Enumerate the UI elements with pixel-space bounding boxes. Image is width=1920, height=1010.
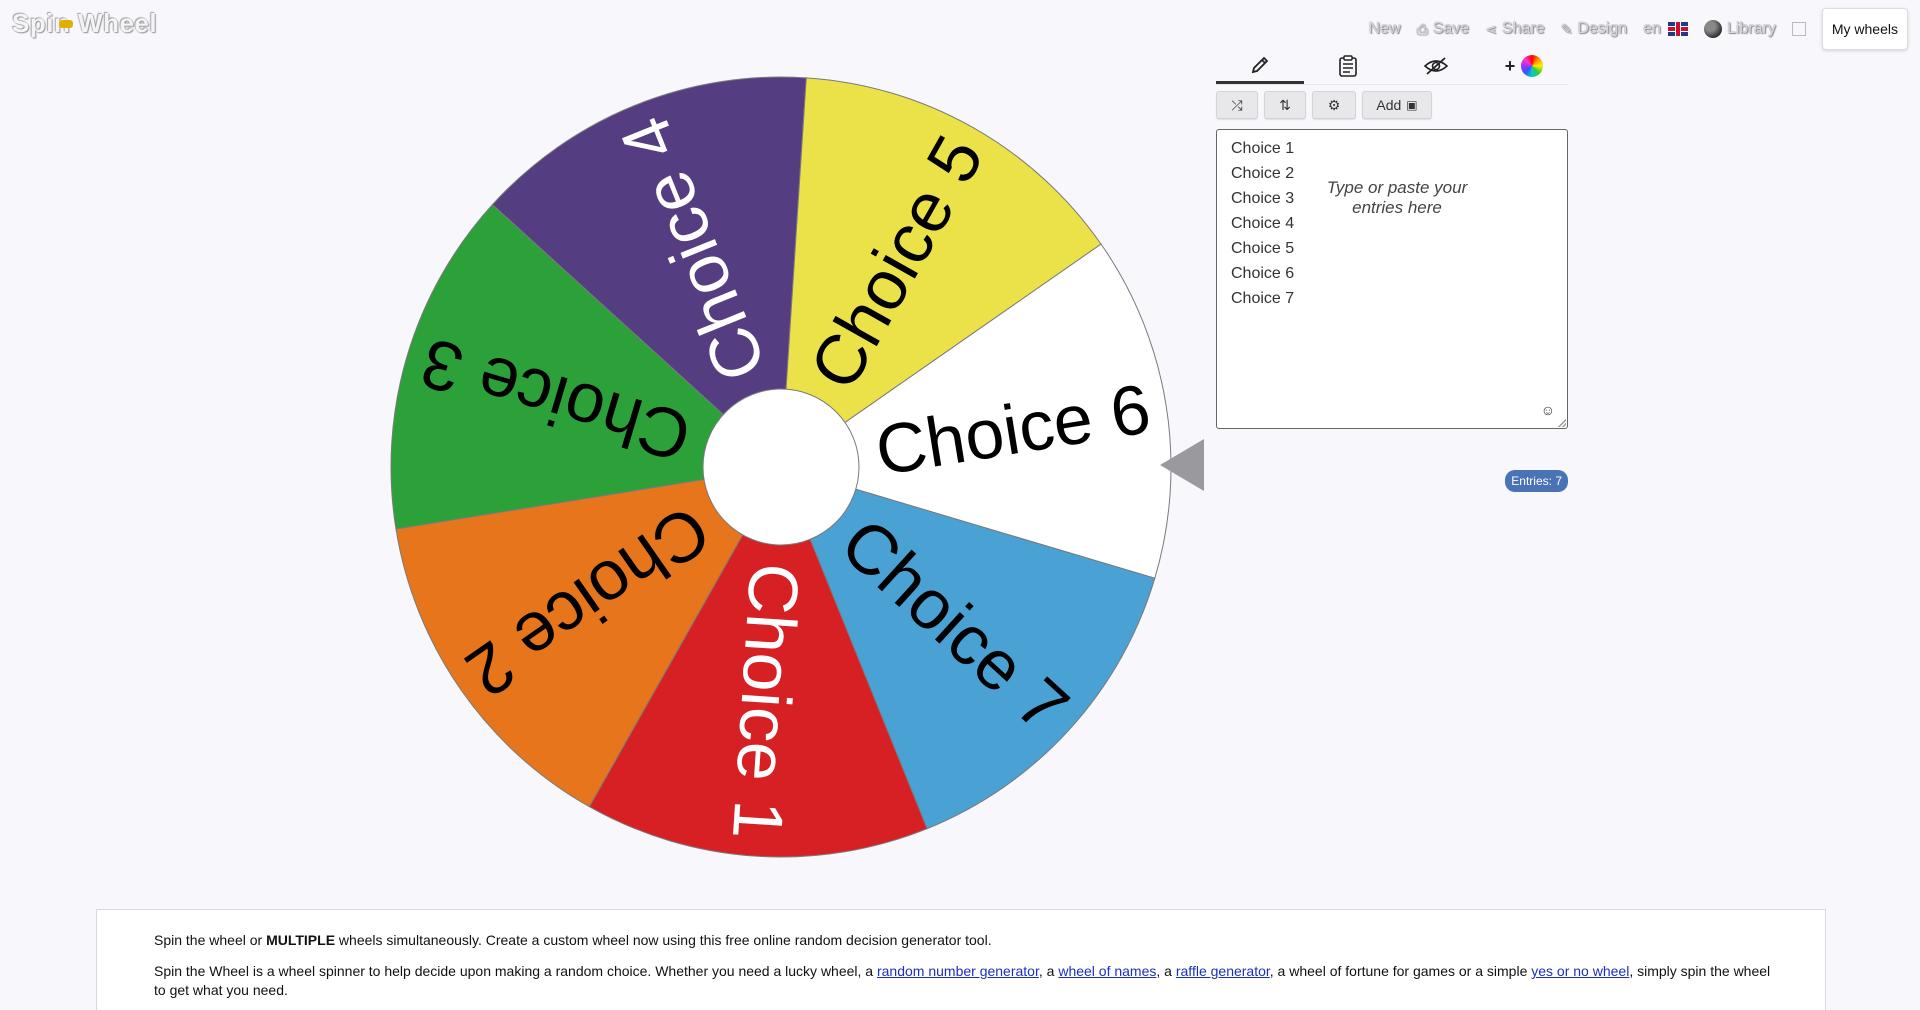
share-button[interactable]: ⋖ Share <box>1477 12 1552 46</box>
pencil-icon <box>1251 56 1269 73</box>
resize-handle-icon[interactable] <box>1558 419 1566 427</box>
entry-line: Choice 5 <box>1231 240 1295 257</box>
globe-icon <box>1703 20 1722 38</box>
tab-add-wheel[interactable]: + <box>1480 48 1568 84</box>
library-button[interactable]: Library <box>1696 12 1784 46</box>
editor-tabs: + <box>1216 48 1568 85</box>
plus-icon: + <box>1504 55 1516 76</box>
entries-panel: + ⤮ ⇅ ⚙ Add ▣ Choice 1 Choice 2 Choice 3… <box>1216 48 1568 492</box>
tab-results[interactable] <box>1304 48 1392 84</box>
multiple-emphasis: MULTIPLE <box>266 932 336 948</box>
my-wheels-button[interactable]: My wheels <box>1821 8 1908 50</box>
logo-text: Spin Wheel <box>12 8 158 38</box>
share-icon: ⋖ <box>1485 20 1497 37</box>
wheel-pointer-icon <box>1160 439 1204 491</box>
yes-or-no-wheel-link[interactable]: yes or no wheel <box>1531 963 1629 979</box>
clipboard-icon <box>1339 55 1357 77</box>
save-button[interactable]: ⎙ Save <box>1409 12 1478 46</box>
description-section: Spin the wheel or MULTIPLE wheels simult… <box>96 909 1826 1010</box>
my-wheels-label: My wheels <box>1831 21 1898 37</box>
entries-textarea[interactable]: Choice 1 Choice 2 Choice 3 Choice 4 Choi… <box>1216 129 1568 429</box>
library-label: Library <box>1726 20 1776 37</box>
entry-line: Choice 1 <box>1231 140 1295 157</box>
wheel-of-names-link[interactable]: wheel of names <box>1058 963 1156 979</box>
entries-list: Choice 1 Choice 2 Choice 3 Choice 4 Choi… <box>1231 136 1294 311</box>
sort-button[interactable]: ⇅ <box>1264 91 1306 119</box>
language-label: en <box>1643 20 1661 37</box>
uk-flag-icon <box>1667 22 1688 36</box>
new-button[interactable]: New <box>1360 12 1408 46</box>
color-wheel-icon <box>1521 55 1544 77</box>
design-button[interactable]: ✎ Design <box>1553 12 1636 46</box>
language-selector[interactable]: en <box>1635 12 1696 46</box>
entry-line: Choice 4 <box>1231 215 1295 232</box>
top-navigation: New ⎙ Save ⋖ Share ✎ Design en Library M… <box>1360 8 1908 50</box>
app-logo[interactable]: Spin Wheel <box>12 8 157 39</box>
wheel-graphic[interactable]: Choice 1Choice 2Choice 3Choice 4 Choice 5… <box>388 74 1174 860</box>
tab-hide[interactable] <box>1392 48 1480 84</box>
eye-slash-icon <box>1423 57 1449 75</box>
description-line-3: to get what you need. <box>154 982 288 998</box>
entry-line: Choice 7 <box>1231 290 1295 307</box>
logo-mark-icon <box>59 20 73 28</box>
tab-edit[interactable] <box>1216 48 1304 84</box>
image-icon: ▣ <box>1406 98 1418 112</box>
shuffle-button[interactable]: ⤮ <box>1216 91 1258 119</box>
fullscreen-icon <box>1791 22 1806 36</box>
entries-toolbar: ⤮ ⇅ ⚙ Add ▣ <box>1216 91 1568 119</box>
design-label: Design <box>1577 20 1628 37</box>
save-icon: ⎙ <box>1416 20 1428 37</box>
entry-line: Choice 3 <box>1231 190 1295 207</box>
add-image-button[interactable]: Add ▣ <box>1362 91 1432 119</box>
raffle-generator-link[interactable]: raffle generator <box>1176 963 1270 979</box>
entries-placeholder: Type or paste your entries here <box>1326 178 1468 217</box>
shuffle-icon: ⤮ <box>1231 96 1243 113</box>
spin-wheel[interactable]: Choice 1 Choice 2 Choice 3 Choice 4 Choice 5… <box>388 74 1174 860</box>
add-image-label: Add <box>1376 97 1402 113</box>
gear-icon: ⚙ <box>1327 96 1341 113</box>
description-line-1: Spin the wheel or MULTIPLE wheels simult… <box>154 932 992 948</box>
save-label: Save <box>1432 20 1470 37</box>
new-label: New <box>1368 20 1401 37</box>
pencil-icon: ✎ <box>1560 20 1573 37</box>
settings-button[interactable]: ⚙ <box>1312 91 1356 119</box>
entry-line: Choice 2 <box>1231 165 1295 182</box>
random-number-generator-link[interactable]: random number generator <box>877 963 1039 979</box>
wheel-center-hub[interactable] <box>702 388 860 546</box>
share-label: Share <box>1501 20 1545 37</box>
fullscreen-button[interactable] <box>1784 12 1814 46</box>
entry-line: Choice 6 <box>1231 265 1295 282</box>
emoji-icon[interactable]: ☺ <box>1541 402 1555 418</box>
sort-icon: ⇅ <box>1279 96 1291 113</box>
entries-count-badge: Entries: 7 <box>1505 470 1568 492</box>
description-line-2: Spin the Wheel is a wheel spinner to hel… <box>154 963 1771 979</box>
